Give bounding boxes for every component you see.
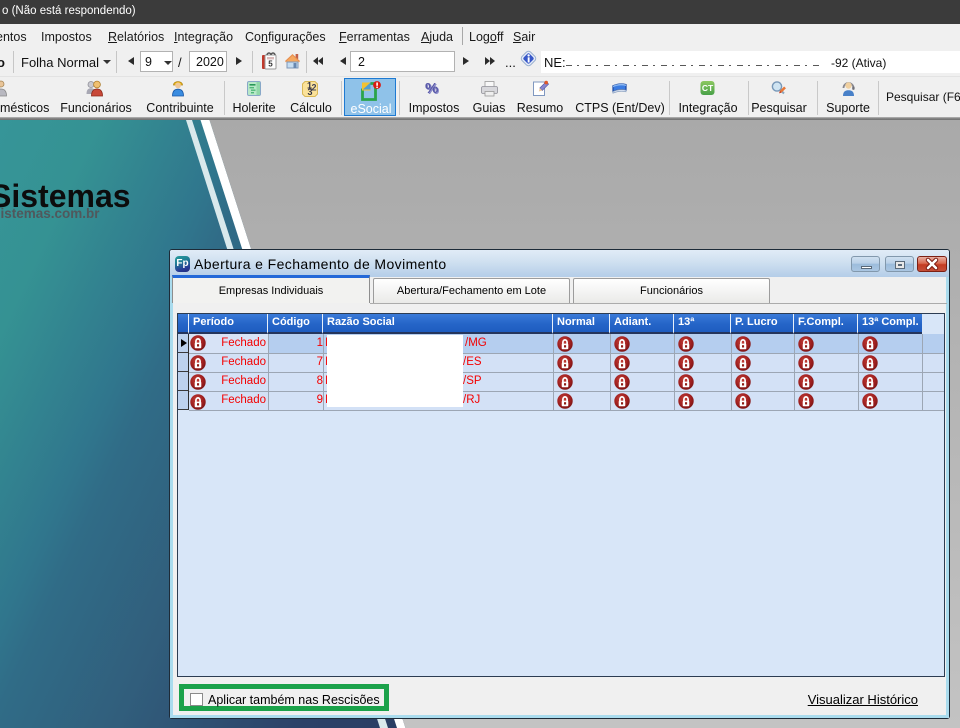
svg-text:%: % — [425, 80, 438, 97]
svg-text:3: 3 — [308, 87, 313, 97]
svg-text:CT: CT — [702, 83, 714, 93]
svg-text:5: 5 — [268, 60, 273, 69]
